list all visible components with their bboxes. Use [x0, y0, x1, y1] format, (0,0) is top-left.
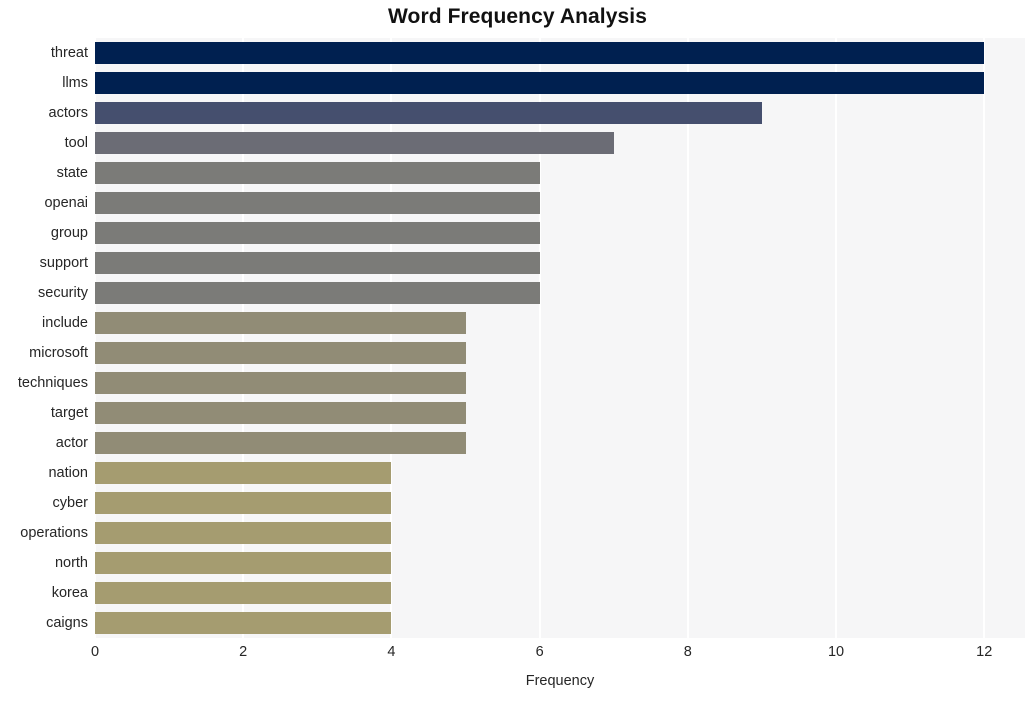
- y-axis-tick-label: north: [54, 555, 88, 571]
- bar-row: [95, 342, 1025, 364]
- y-axis-labels: threat llms actors tool state openai group supp…: [0, 38, 88, 638]
- y-axis-tick-label: cyber: [52, 495, 88, 511]
- bar-row: [95, 612, 1025, 634]
- y-axis-tick-label: microsoft: [29, 345, 88, 361]
- bar: [95, 132, 614, 154]
- x-axis-ticks: 0 2 4 6 8 10 12: [91, 644, 1025, 668]
- bar-row: [95, 132, 1025, 154]
- x-axis-tick-label: 2: [239, 644, 248, 660]
- bar: [95, 612, 392, 634]
- y-axis-tick-label: support: [39, 255, 88, 271]
- bar-row: [95, 372, 1025, 394]
- y-axis-tick-label: caigns: [46, 615, 88, 631]
- bar: [95, 252, 540, 274]
- x-axis-tick-label: 4: [387, 644, 396, 660]
- y-axis-tick-label: nation: [48, 465, 88, 481]
- y-axis-tick-label: llms: [62, 75, 88, 91]
- bar-row: [95, 42, 1025, 64]
- y-axis-tick-label: include: [42, 315, 88, 331]
- bar-row: [95, 522, 1025, 544]
- bar: [95, 222, 540, 244]
- chart-title: Word Frequency Analysis: [387, 5, 648, 28]
- bar-row: [95, 252, 1025, 274]
- bar: [95, 42, 985, 64]
- y-axis-tick-label: operations: [20, 525, 88, 541]
- bar: [95, 342, 466, 364]
- bar-row: [95, 492, 1025, 514]
- bar: [95, 282, 540, 304]
- bar: [95, 522, 392, 544]
- y-axis-tick-label: openai: [44, 195, 88, 211]
- bar: [95, 192, 540, 214]
- y-axis-tick-label: security: [38, 285, 88, 301]
- bar-row: [95, 552, 1025, 574]
- plot-area: [94, 38, 1025, 638]
- bar-row: [95, 402, 1025, 424]
- bar: [95, 312, 466, 334]
- bar-row: [95, 222, 1025, 244]
- bars-layer: [95, 38, 1025, 638]
- bar-row: [95, 72, 1025, 94]
- y-axis-tick-label: korea: [51, 585, 88, 601]
- bar-row: [95, 462, 1025, 484]
- bar-row: [95, 162, 1025, 184]
- bar: [95, 372, 466, 394]
- y-axis-tick-label: target: [50, 405, 88, 421]
- bar: [95, 162, 540, 184]
- bar: [95, 582, 392, 604]
- x-axis-tick-label: 10: [827, 644, 845, 660]
- bar: [95, 552, 392, 574]
- y-axis-tick-label: techniques: [17, 375, 88, 391]
- bar: [95, 72, 985, 94]
- y-axis-tick-label: actors: [48, 105, 89, 121]
- x-axis-tick-label: 12: [976, 644, 993, 660]
- bar-row: [95, 432, 1025, 454]
- bar: [95, 402, 466, 424]
- bar-row: [95, 312, 1025, 334]
- bar-row: [95, 102, 1025, 124]
- word-frequency-chart: Word Frequency Analysis threat llms actors…: [0, 0, 1035, 701]
- x-axis-tick-label: 6: [535, 644, 544, 660]
- bar-row: [95, 582, 1025, 604]
- bar-row: [95, 282, 1025, 304]
- y-axis-tick-label: actor: [55, 435, 88, 451]
- y-axis-tick-label: state: [56, 165, 88, 181]
- y-axis-tick-label: group: [50, 225, 88, 241]
- bar: [95, 462, 392, 484]
- x-axis-tick-label: 8: [683, 644, 692, 660]
- bar-row: [95, 192, 1025, 214]
- x-axis-label: Frequency: [525, 673, 595, 689]
- y-axis-tick-label: threat: [50, 45, 88, 61]
- bar: [95, 432, 466, 454]
- bar: [95, 102, 762, 124]
- x-axis-tick-label: 0: [90, 644, 100, 660]
- bar: [95, 492, 392, 514]
- y-axis-tick-label: tool: [64, 135, 88, 151]
